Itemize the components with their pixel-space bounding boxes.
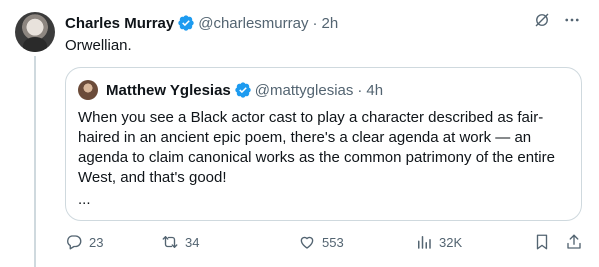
reply-button[interactable]: 23 [65, 232, 103, 252]
thread-line [34, 56, 36, 267]
quote-author-name[interactable]: Matthew Yglesias [106, 82, 231, 99]
like-count: 553 [322, 234, 344, 250]
grok-icon[interactable] [533, 11, 551, 29]
author-name[interactable]: Charles Murray [65, 15, 174, 32]
views-button[interactable]: 32K [415, 232, 462, 252]
share-icon [565, 233, 583, 251]
verified-badge-icon [177, 14, 195, 32]
timestamp[interactable]: 2h [321, 15, 338, 32]
tweet-text: Orwellian. [65, 37, 132, 54]
reply-count: 23 [89, 234, 104, 250]
verified-badge-icon [234, 81, 252, 99]
like-button[interactable]: 553 [298, 232, 344, 252]
more-icon[interactable] [563, 11, 581, 29]
quote-timestamp[interactable]: 4h [366, 82, 383, 99]
repost-count: 34 [185, 234, 200, 250]
action-bar: 23 34 553 32K [65, 232, 585, 252]
quote-more: ... [78, 191, 91, 208]
quote-text: When you see a Black actor cast to play … [78, 109, 555, 186]
tweet-header: Charles Murray @charlesmurray · 2h [65, 13, 338, 33]
views-icon [415, 233, 433, 251]
bookmark-button[interactable] [533, 232, 551, 252]
heart-icon [298, 233, 316, 251]
quote-tweet[interactable]: Matthew Yglesias @mattyglesias · 4h When… [65, 67, 582, 221]
repost-icon [161, 233, 179, 251]
separator: · [357, 81, 363, 99]
avatar[interactable] [15, 12, 55, 52]
author-handle[interactable]: @charlesmurray [198, 15, 308, 32]
quote-avatar[interactable] [78, 80, 98, 100]
tweet: Charles Murray @charlesmurray · 2h Orwel… [0, 0, 599, 267]
quote-header: Matthew Yglesias @mattyglesias · 4h [106, 80, 383, 100]
repost-button[interactable]: 34 [161, 232, 199, 252]
views-count: 32K [439, 234, 463, 250]
bookmark-icon [533, 233, 551, 251]
quote-author-handle[interactable]: @mattyglesias [255, 82, 354, 99]
share-button[interactable] [565, 232, 583, 252]
top-actions [533, 11, 581, 29]
reply-icon [65, 233, 83, 251]
separator: · [312, 14, 318, 32]
